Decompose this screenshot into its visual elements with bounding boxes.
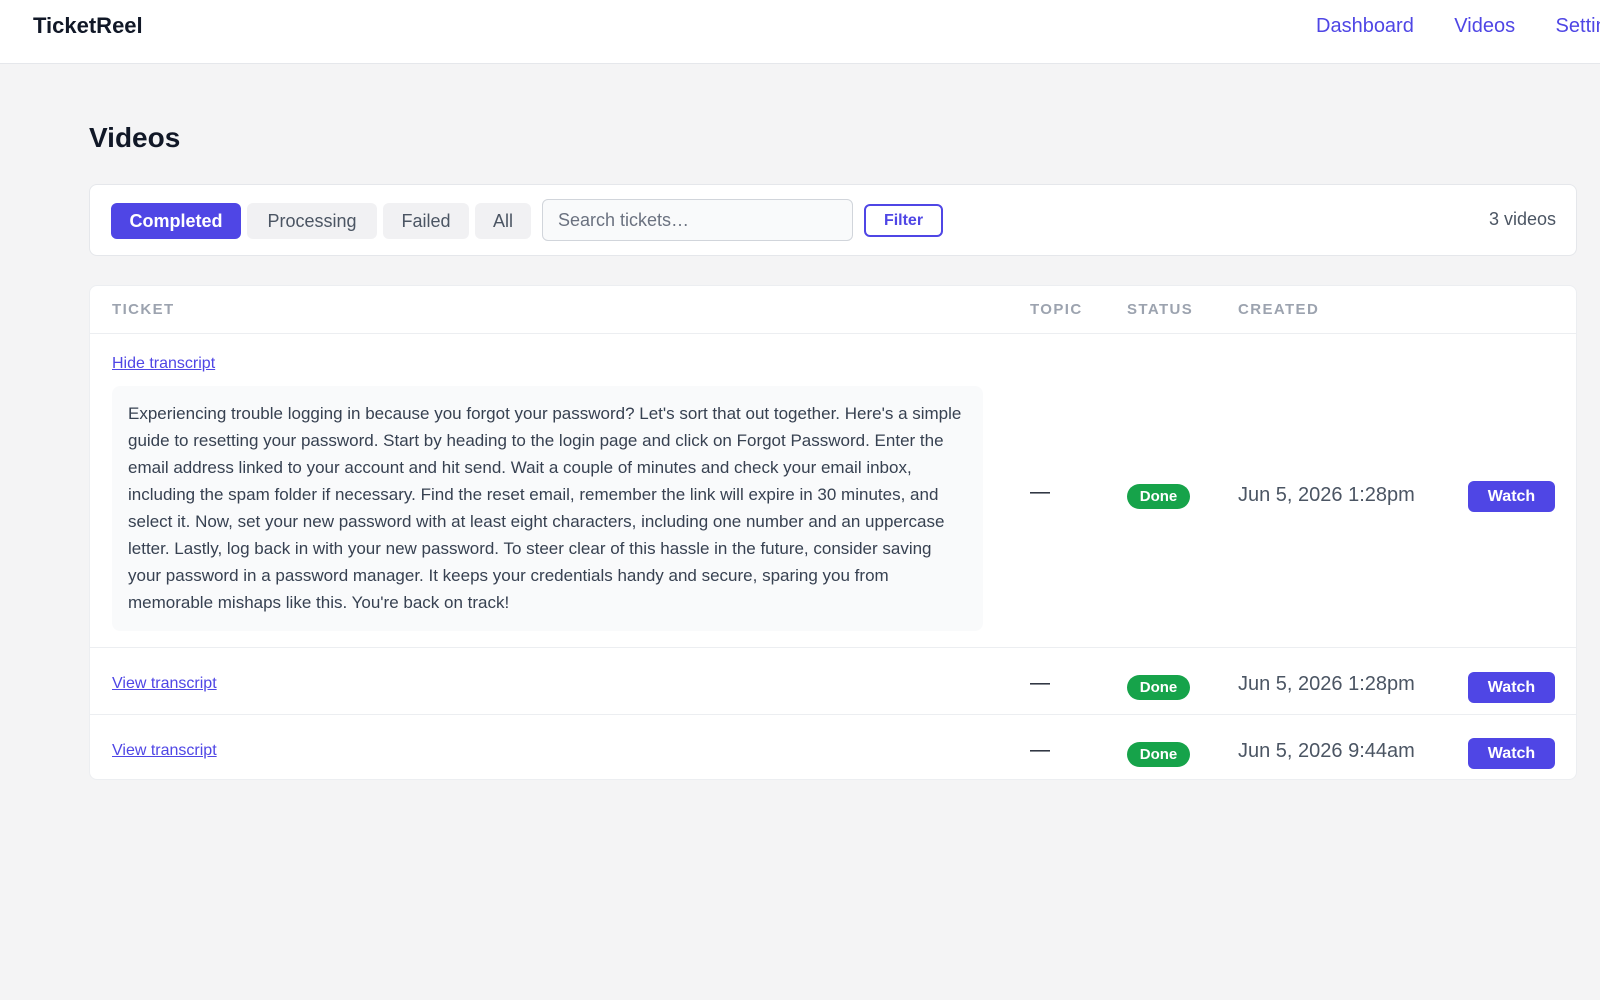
brand-logo[interactable]: TicketReel — [33, 13, 143, 39]
column-header-topic: TOPIC — [1030, 301, 1083, 318]
view-transcript-link[interactable]: View transcript — [112, 742, 217, 760]
row-divider — [90, 647, 1576, 648]
status-badge: Done — [1127, 675, 1190, 700]
search-input[interactable] — [542, 199, 853, 241]
transcript-text: Experiencing trouble logging in because … — [112, 386, 983, 631]
created-date: Jun 5, 2026 9:44am — [1238, 740, 1415, 762]
main-nav: Dashboard Videos Settings — [1316, 15, 1600, 38]
videos-table: TICKET TOPIC STATUS CREATED Hide transcr… — [89, 285, 1577, 780]
watch-button[interactable]: Watch — [1468, 672, 1555, 703]
status-badge: Done — [1127, 742, 1190, 767]
column-header-ticket: TICKET — [112, 301, 175, 318]
watch-button[interactable]: Watch — [1468, 738, 1555, 769]
view-transcript-link[interactable]: View transcript — [112, 675, 217, 693]
status-badge: Done — [1127, 484, 1190, 509]
watch-button[interactable]: Watch — [1468, 481, 1555, 512]
filter-button[interactable]: Filter — [864, 204, 943, 237]
topic-cell: — — [1030, 739, 1050, 761]
page-title: Videos — [89, 122, 181, 153]
created-date: Jun 5, 2026 1:28pm — [1238, 484, 1415, 506]
nav-item-settings[interactable]: Settings — [1556, 15, 1600, 38]
topic-cell: — — [1030, 481, 1050, 503]
top-bar: TicketReel Dashboard Videos Settings — [0, 0, 1600, 64]
tab-processing[interactable]: Processing — [247, 203, 377, 239]
tab-failed[interactable]: Failed — [383, 203, 469, 239]
row-divider — [90, 714, 1576, 715]
topic-cell: — — [1030, 672, 1050, 694]
nav-item-videos[interactable]: Videos — [1454, 15, 1515, 38]
created-date: Jun 5, 2026 1:28pm — [1238, 673, 1415, 695]
video-count: 3 videos — [1488, 209, 1556, 229]
filter-bar: Completed Processing Failed All Filter 3… — [89, 184, 1577, 256]
header-divider — [90, 333, 1576, 334]
hide-transcript-link[interactable]: Hide transcript — [112, 355, 215, 373]
tab-all[interactable]: All — [475, 203, 531, 239]
nav-item-dashboard[interactable]: Dashboard — [1316, 15, 1414, 38]
tab-completed[interactable]: Completed — [111, 203, 241, 239]
column-header-created: CREATED — [1238, 301, 1320, 318]
column-header-status: STATUS — [1127, 301, 1194, 318]
